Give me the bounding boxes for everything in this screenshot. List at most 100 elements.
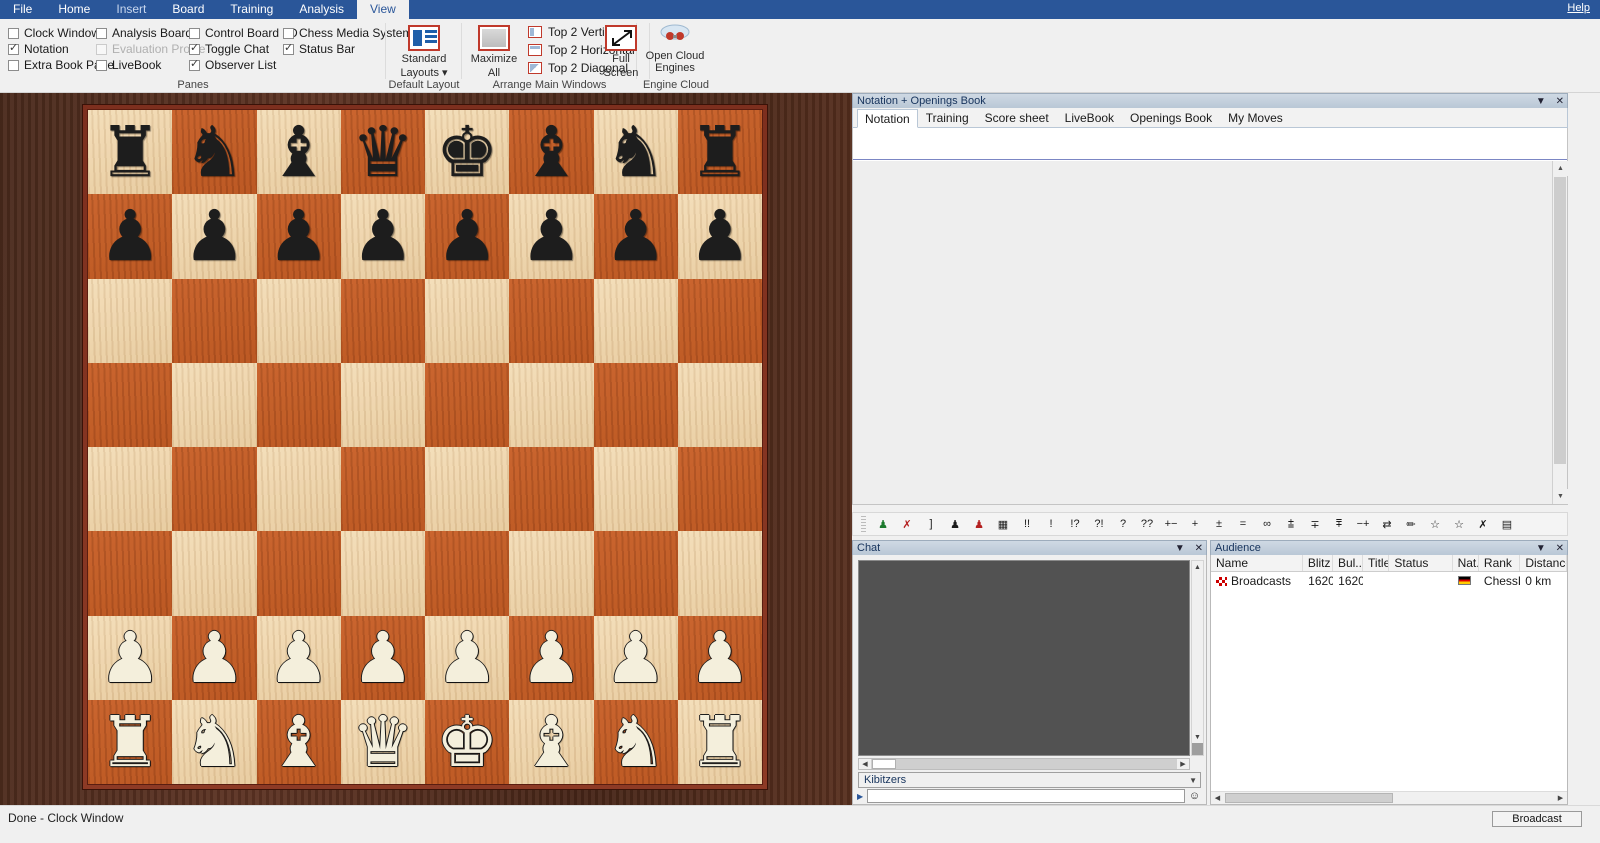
board-square[interactable]: ♟ bbox=[594, 616, 678, 700]
chess-piece[interactable]: ♟ bbox=[678, 616, 762, 700]
audience-column-header[interactable]: Nat... bbox=[1453, 555, 1479, 571]
dubious-move-icon[interactable]: ?! bbox=[1087, 514, 1111, 534]
scroll-up-icon[interactable]: ▲ bbox=[1553, 161, 1568, 176]
checkbox-toggle-chat[interactable]: Toggle Chat bbox=[189, 41, 269, 57]
maximize-all-button[interactable]: Maximize All bbox=[462, 21, 526, 79]
audience-column-header[interactable]: Distance bbox=[1520, 555, 1567, 571]
board-square[interactable] bbox=[594, 531, 678, 615]
chat-vertical-scrollbar[interactable]: ▲ ▼ bbox=[1191, 560, 1204, 756]
equal-icon[interactable]: = bbox=[1231, 514, 1255, 534]
white-better-icon[interactable]: + bbox=[1183, 514, 1207, 534]
board-square[interactable] bbox=[172, 279, 256, 363]
panel-close-icon[interactable]: ✕ bbox=[1195, 543, 1203, 554]
chat-horizontal-scrollbar[interactable]: ◀ ▶ bbox=[858, 758, 1190, 770]
table-row[interactable]: Broadcasts16201620ChessBa:0 km bbox=[1211, 572, 1567, 589]
star-outline-2-icon[interactable]: ☆ bbox=[1447, 514, 1471, 534]
checkbox-observer-list[interactable]: Observer List bbox=[189, 57, 276, 73]
brilliant-move-icon[interactable]: !! bbox=[1015, 514, 1039, 534]
counterplay-icon[interactable]: ⇄ bbox=[1375, 514, 1399, 534]
checkbox-notation[interactable]: Notation bbox=[8, 41, 69, 57]
delete-annotation-icon[interactable]: ✗ bbox=[1471, 514, 1495, 534]
board-square[interactable]: ♛ bbox=[341, 110, 425, 194]
chess-piece[interactable]: ♞ bbox=[594, 110, 678, 194]
board-square[interactable] bbox=[88, 363, 172, 447]
chess-piece[interactable]: ♟ bbox=[257, 194, 341, 278]
board-square[interactable] bbox=[509, 447, 593, 531]
board-square[interactable] bbox=[341, 447, 425, 531]
chess-piece[interactable]: ♟ bbox=[88, 194, 172, 278]
bracket-icon[interactable]: ] bbox=[919, 514, 943, 534]
chess-piece[interactable]: ♝ bbox=[509, 110, 593, 194]
board-square[interactable]: ♟ bbox=[172, 616, 256, 700]
scroll-right-icon[interactable]: ▶ bbox=[1177, 759, 1189, 769]
chess-piece[interactable]: ♚ bbox=[425, 110, 509, 194]
chess-piece[interactable]: ♟ bbox=[509, 194, 593, 278]
board-square[interactable] bbox=[509, 279, 593, 363]
chess-piece[interactable]: ♞ bbox=[172, 110, 256, 194]
white-winning-icon[interactable]: +− bbox=[1159, 514, 1183, 534]
blunder-icon[interactable]: ?? bbox=[1135, 514, 1159, 534]
board-square[interactable]: ♟ bbox=[341, 616, 425, 700]
notation-move-list[interactable] bbox=[853, 161, 1552, 504]
chess-piece[interactable]: ♟ bbox=[172, 194, 256, 278]
chess-piece[interactable]: ♛ bbox=[341, 110, 425, 194]
board-square[interactable] bbox=[509, 531, 593, 615]
ribbon-tab-home[interactable]: Home bbox=[45, 0, 103, 19]
board-square[interactable]: ♟ bbox=[678, 616, 762, 700]
send-arrow-icon[interactable]: ▶ bbox=[857, 792, 867, 801]
chess-piece[interactable]: ♝ bbox=[257, 700, 341, 784]
scrollbar-thumb[interactable] bbox=[1554, 177, 1566, 464]
board-square[interactable] bbox=[509, 363, 593, 447]
ribbon-tab-analysis[interactable]: Analysis bbox=[286, 0, 357, 19]
board-square[interactable]: ♟ bbox=[509, 194, 593, 278]
chessboard[interactable]: ♜♞♝♛♚♝♞♜♟♟♟♟♟♟♟♟♟♟♟♟♟♟♟♟♜♞♝♛♚♝♞♜ bbox=[87, 109, 763, 785]
audience-column-header[interactable]: Name bbox=[1211, 555, 1303, 571]
chess-piece[interactable]: ♛ bbox=[341, 700, 425, 784]
panel-dropdown-icon[interactable]: ▼ bbox=[1175, 543, 1185, 554]
board-square[interactable] bbox=[257, 447, 341, 531]
scroll-left-icon[interactable]: ◀ bbox=[859, 759, 871, 769]
board-square[interactable]: ♝ bbox=[257, 700, 341, 784]
board-square[interactable]: ♚ bbox=[425, 700, 509, 784]
emoji-icon[interactable]: ☺ bbox=[1187, 789, 1202, 803]
chess-piece[interactable]: ♟ bbox=[594, 616, 678, 700]
board-square[interactable] bbox=[88, 447, 172, 531]
audience-column-headers[interactable]: NameBlitzBul...TitleStatusNat...RankDist… bbox=[1211, 555, 1567, 572]
board-square[interactable] bbox=[425, 531, 509, 615]
ribbon-tab-view[interactable]: View bbox=[357, 0, 409, 19]
scrollbar-thumb[interactable] bbox=[1225, 793, 1393, 803]
board-square[interactable] bbox=[594, 447, 678, 531]
panel-close-icon[interactable]: ✕ bbox=[1556, 543, 1564, 554]
chess-piece[interactable]: ♝ bbox=[509, 700, 593, 784]
board-square[interactable] bbox=[172, 363, 256, 447]
chess-piece[interactable]: ♟ bbox=[594, 194, 678, 278]
ribbon-tab-insert[interactable]: Insert bbox=[103, 0, 159, 19]
star-outline-1-icon[interactable]: ☆ bbox=[1423, 514, 1447, 534]
checkbox-status-bar[interactable]: Status Bar bbox=[283, 41, 355, 57]
board-square[interactable]: ♟ bbox=[425, 616, 509, 700]
kibitzers-select[interactable]: Kibitzers ▼ bbox=[858, 772, 1201, 788]
board-square[interactable]: ♟ bbox=[509, 616, 593, 700]
chess-piece[interactable]: ♜ bbox=[88, 110, 172, 194]
chess-piece[interactable]: ♞ bbox=[594, 700, 678, 784]
board-square[interactable]: ♟ bbox=[88, 194, 172, 278]
board-square[interactable]: ♛ bbox=[341, 700, 425, 784]
board-square[interactable]: ♟ bbox=[594, 194, 678, 278]
chess-piece[interactable]: ♜ bbox=[678, 700, 762, 784]
scroll-left-icon[interactable]: ◀ bbox=[1211, 792, 1224, 804]
checkbox-livebook[interactable]: LiveBook bbox=[96, 57, 161, 73]
board-square[interactable]: ♜ bbox=[88, 700, 172, 784]
board-square[interactable] bbox=[257, 279, 341, 363]
standard-layouts-button[interactable]: Standard Layouts ▾ bbox=[392, 21, 456, 79]
board-square[interactable]: ♜ bbox=[678, 700, 762, 784]
open-cloud-engines-button[interactable]: Open Cloud Engines bbox=[637, 23, 713, 74]
board-square[interactable]: ♝ bbox=[509, 700, 593, 784]
red-pawn-icon[interactable]: ♟ bbox=[967, 514, 991, 534]
white-slight-edge-icon[interactable]: ⩲ bbox=[1279, 514, 1303, 534]
black-pawn-icon[interactable]: ♟ bbox=[943, 514, 967, 534]
board-square[interactable]: ♞ bbox=[172, 110, 256, 194]
board-square[interactable]: ♟ bbox=[341, 194, 425, 278]
board-square[interactable]: ♟ bbox=[678, 194, 762, 278]
board-square[interactable]: ♞ bbox=[594, 700, 678, 784]
board-square[interactable]: ♝ bbox=[509, 110, 593, 194]
